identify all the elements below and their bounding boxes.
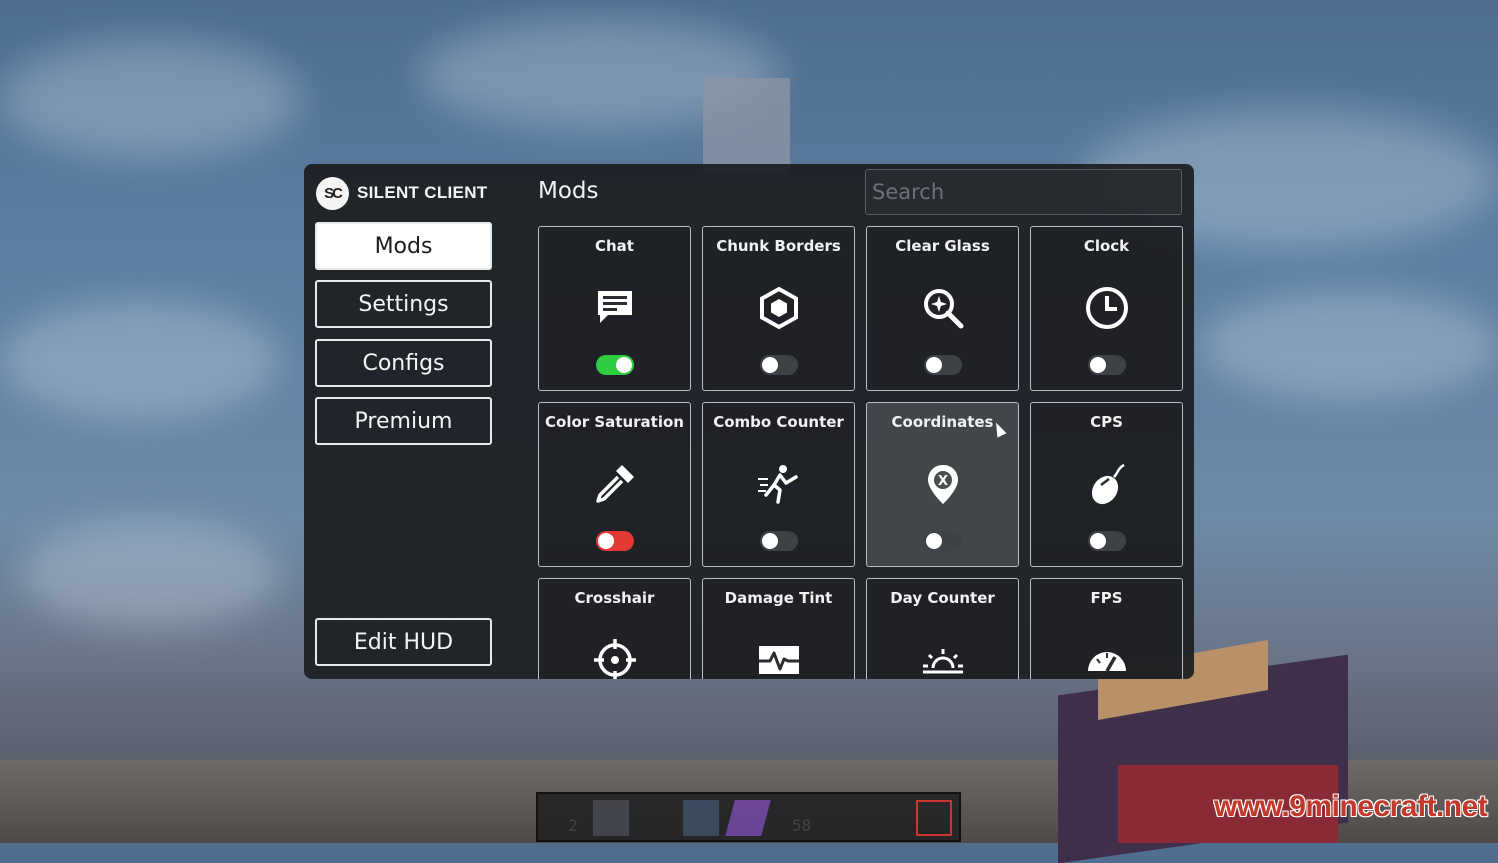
edit-hud-button[interactable]: Edit HUD — [315, 618, 492, 666]
silent-client-logo: SC — [316, 176, 349, 210]
mod-card-combo-counter[interactable]: Combo Counter — [702, 402, 855, 567]
brand: SC SILENT CLIENT — [316, 176, 487, 210]
mod-card-chat[interactable]: Chat — [538, 226, 691, 391]
watermark: www.9minecraft.net — [1214, 790, 1488, 823]
mod-card-crosshair[interactable]: Crosshair — [538, 578, 691, 679]
mod-card-title: Clock — [1083, 237, 1130, 255]
mod-card-clear-glass[interactable]: Clear Glass — [866, 226, 1019, 391]
sidebar-item-mods[interactable]: Mods — [315, 222, 492, 270]
mod-toggle[interactable] — [596, 355, 634, 375]
mod-card-title: Chunk Borders — [716, 237, 841, 255]
running-fighter-icon — [756, 461, 802, 507]
search-input[interactable] — [865, 169, 1182, 215]
mod-card-title: Color Saturation — [545, 413, 684, 431]
chat-icon — [592, 285, 638, 331]
mod-toggle[interactable] — [1088, 355, 1126, 375]
mod-toggle[interactable] — [760, 355, 798, 375]
hotbar-slot — [916, 800, 952, 836]
hotbar-slot — [548, 800, 584, 836]
mod-toggle[interactable] — [1088, 531, 1126, 551]
sidebar-item-configs[interactable]: Configs — [315, 339, 492, 387]
mouse-icon — [1084, 461, 1130, 507]
mod-card-title: FPS — [1090, 589, 1123, 607]
mod-toggle[interactable] — [760, 531, 798, 551]
page-title: Mods — [538, 178, 599, 204]
map-pin-x-icon: X — [920, 461, 966, 507]
sidebar-item-settings[interactable]: Settings — [315, 280, 492, 328]
mod-card-cps[interactable]: CPS — [1030, 402, 1183, 567]
brand-name: SILENT CLIENT — [357, 183, 488, 202]
hotbar-slot — [725, 800, 771, 836]
mod-toggle[interactable] — [924, 531, 962, 551]
mod-card-title: Combo Counter — [713, 413, 844, 431]
mod-card-title: Damage Tint — [724, 589, 833, 607]
mod-card-title: Day Counter — [890, 589, 995, 607]
svg-text:X: X — [937, 474, 947, 489]
clock-icon — [1084, 285, 1130, 331]
magnifier-sparkle-icon — [920, 285, 966, 331]
mod-card-fps[interactable]: FPS — [1030, 578, 1183, 679]
mod-toggle[interactable] — [924, 355, 962, 375]
hotbar-count: 2 — [568, 816, 578, 835]
mod-card-title: Crosshair — [574, 589, 655, 607]
hexagon-icon — [756, 285, 802, 331]
mods-grid: Chat Chunk Borders Clear Glass Clock Col… — [538, 226, 1184, 679]
mod-card-damage-tint[interactable]: Damage Tint — [702, 578, 855, 679]
mod-card-title: Clear Glass — [895, 237, 990, 255]
mod-card-title: CPS — [1090, 413, 1123, 431]
hotbar-count: 58 — [792, 816, 812, 835]
crosshair-icon — [592, 637, 638, 679]
sunrise-icon — [920, 637, 966, 679]
mod-card-day-counter[interactable]: Day Counter — [866, 578, 1019, 679]
background-block — [703, 78, 790, 174]
heartbeat-icon — [756, 637, 802, 679]
mod-card-clock[interactable]: Clock — [1030, 226, 1183, 391]
speedometer-icon — [1084, 637, 1130, 679]
hotbar-slot — [683, 800, 719, 836]
hotbar-slot — [593, 800, 629, 836]
mod-card-color-saturation[interactable]: Color Saturation — [538, 402, 691, 567]
mod-card-chunk-borders[interactable]: Chunk Borders — [702, 226, 855, 391]
sidebar-item-premium[interactable]: Premium — [315, 397, 492, 445]
mod-menu-panel: SC SILENT CLIENT Mods Settings Configs P… — [304, 164, 1194, 679]
hotbar: 2 58 — [536, 792, 961, 842]
eyedropper-icon — [592, 461, 638, 507]
mod-card-title: Chat — [595, 237, 634, 255]
mod-toggle[interactable] — [596, 531, 634, 551]
